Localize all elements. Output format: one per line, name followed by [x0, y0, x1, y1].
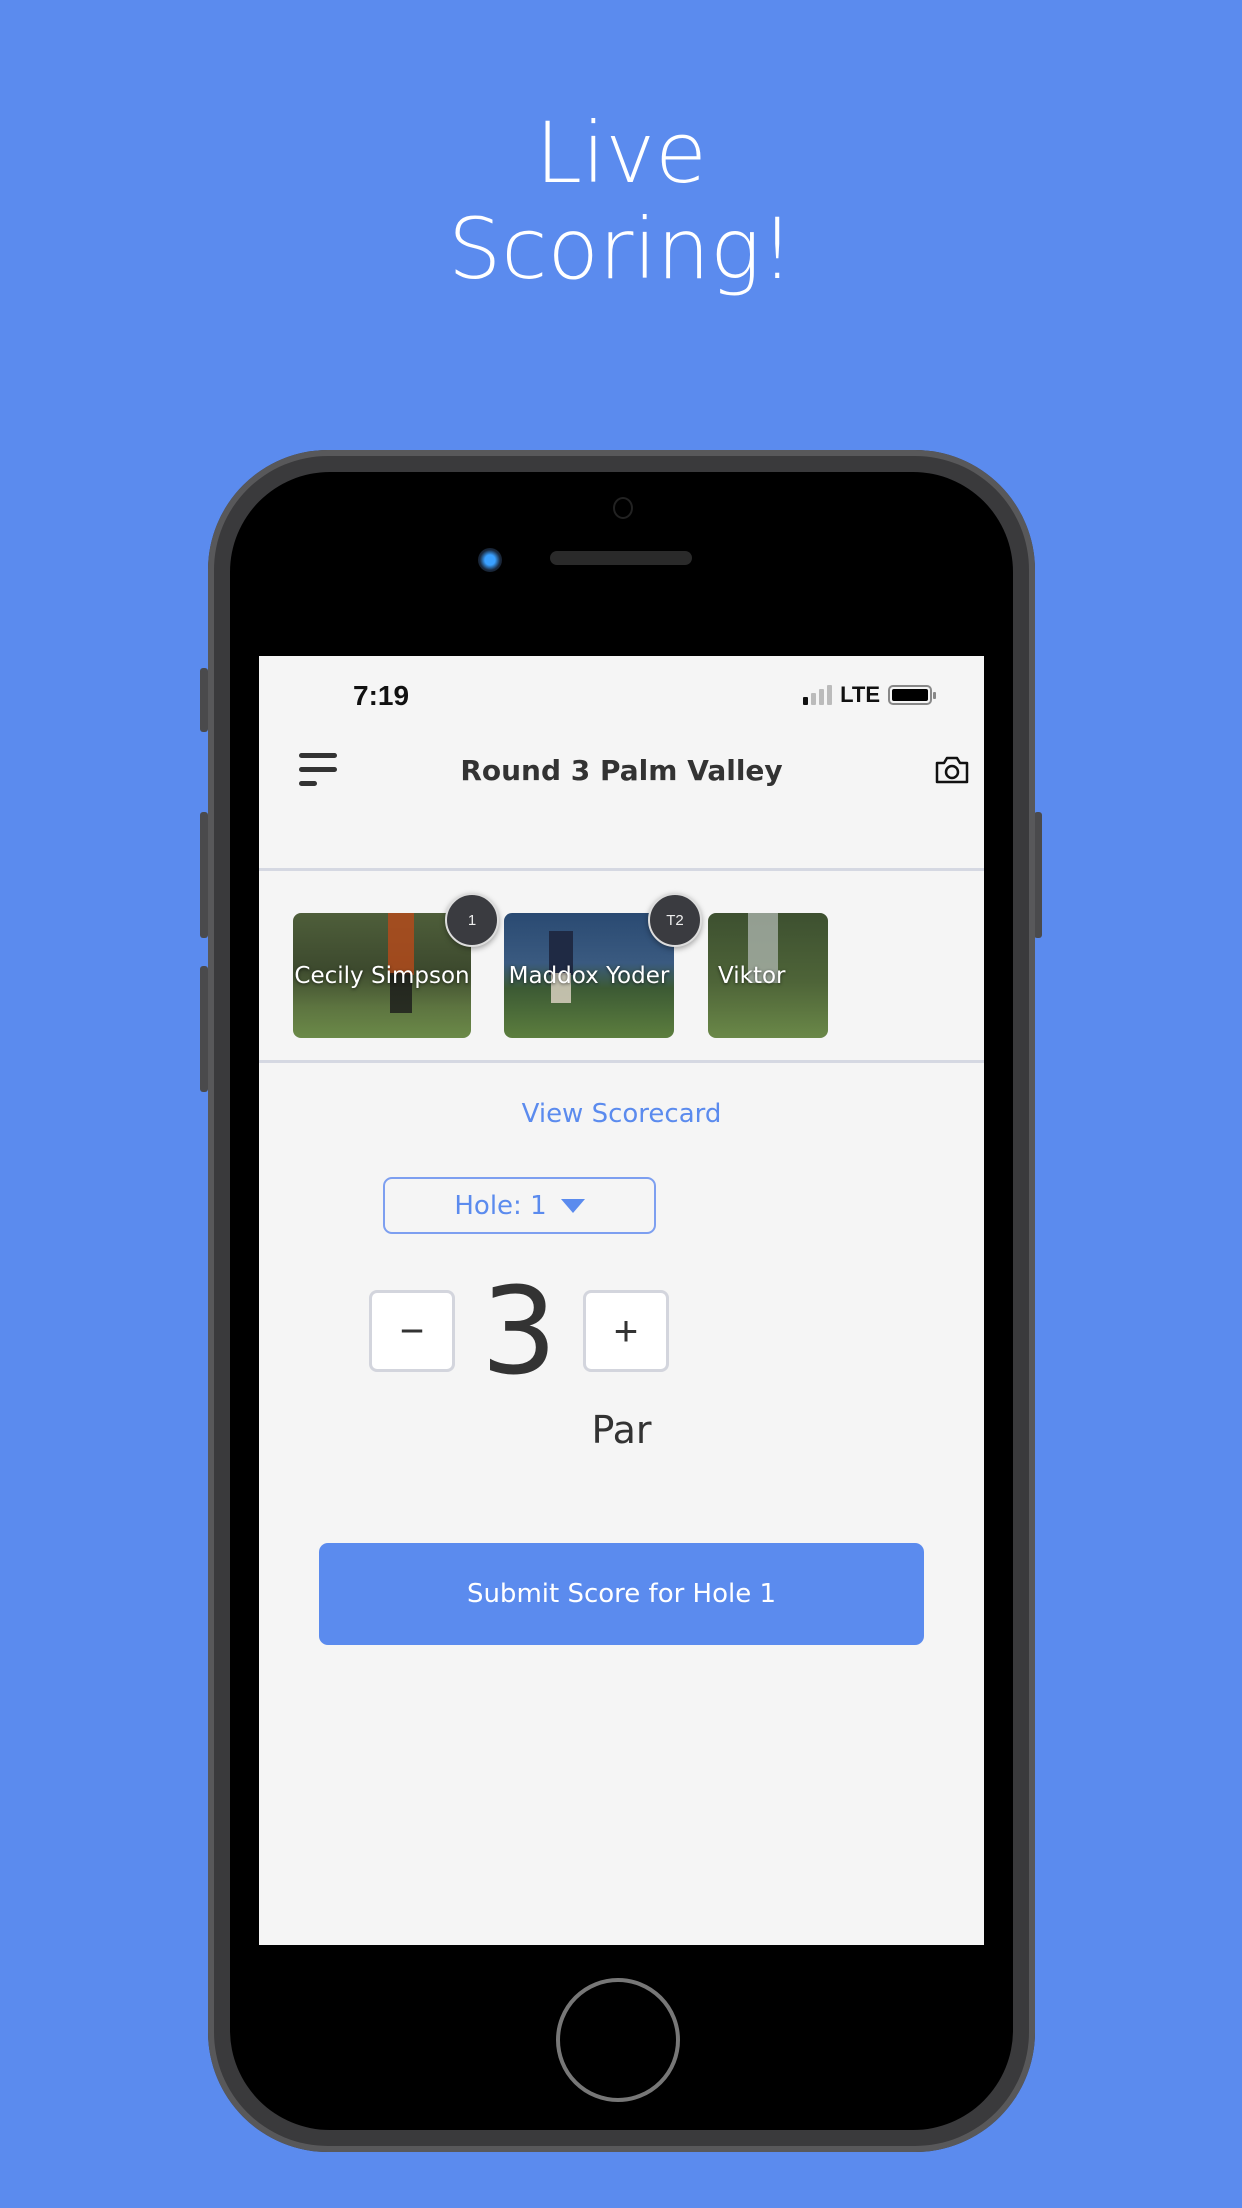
- mute-switch: [200, 668, 208, 732]
- submit-score-button[interactable]: Submit Score for Hole 1: [319, 1543, 924, 1645]
- signal-icon: [803, 685, 833, 705]
- player-name: Maddox Yoder: [508, 963, 670, 989]
- front-camera: [478, 548, 502, 572]
- proximity-sensor: [613, 497, 633, 519]
- app-screen: 7:19 LTE Round 3 Palm Valley Cecily Simp…: [259, 656, 984, 1945]
- player-name: Cecily Simpson: [294, 963, 470, 989]
- rank-badge: T2: [648, 893, 702, 947]
- camera-icon[interactable]: [934, 756, 970, 784]
- player-card[interactable]: Maddox Yoder T2: [504, 893, 702, 1038]
- player-card[interactable]: Cecily Simpson 1: [293, 893, 499, 1038]
- player-card[interactable]: Viktor: [708, 913, 828, 1038]
- score-value: 3: [480, 1263, 558, 1402]
- player-name: Viktor: [718, 963, 786, 989]
- hole-select-value: Hole: 1: [454, 1190, 547, 1221]
- battery-icon: [888, 685, 936, 705]
- network-type: LTE: [840, 682, 880, 707]
- status-time: 7:19: [353, 680, 410, 711]
- home-button[interactable]: [556, 1978, 680, 2102]
- caret-down-icon: [560, 1198, 585, 1213]
- page-title: Round 3 Palm Valley: [460, 754, 783, 787]
- divider-top: [259, 868, 984, 871]
- status-indicators: LTE: [803, 682, 936, 708]
- headline: Live Scoring!: [0, 105, 1242, 297]
- power-button: [1034, 812, 1042, 938]
- headline-line-2: Scoring!: [447, 200, 795, 298]
- volume-up-button: [200, 812, 208, 938]
- score-label: Par: [591, 1408, 652, 1452]
- view-scorecard-link[interactable]: View Scorecard: [259, 1099, 984, 1129]
- rank-badge: 1: [445, 893, 499, 947]
- increment-button[interactable]: +: [583, 1290, 669, 1372]
- decrement-button[interactable]: −: [369, 1290, 455, 1372]
- divider-bottom: [259, 1060, 984, 1063]
- headline-line-1: Live: [535, 104, 707, 202]
- hole-select[interactable]: Hole: 1: [383, 1177, 656, 1234]
- earpiece-speaker: [550, 551, 692, 565]
- volume-down-button: [200, 966, 208, 1092]
